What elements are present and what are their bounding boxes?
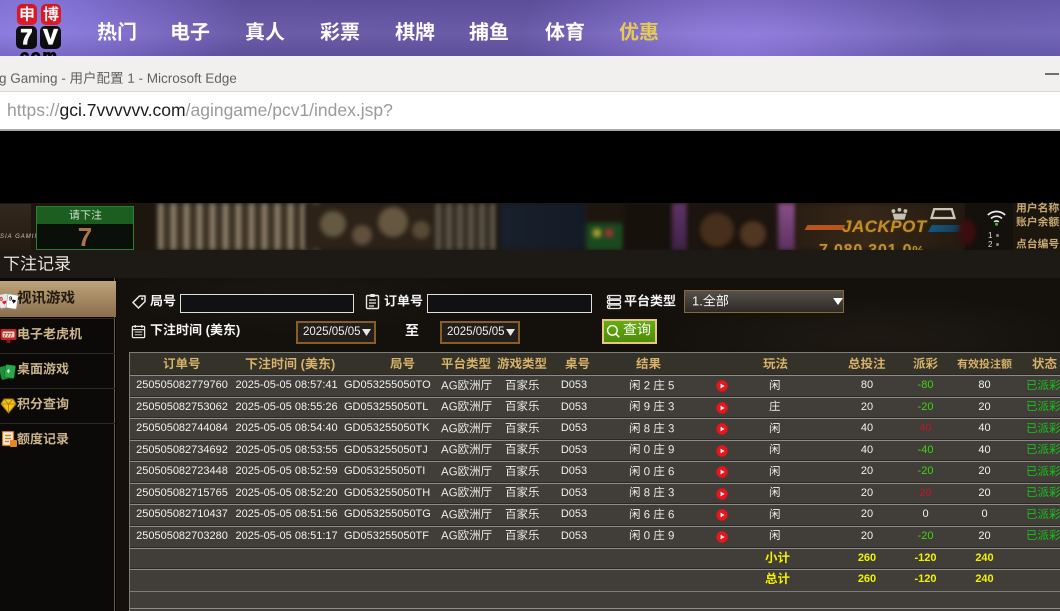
svg-text:777: 777 <box>3 333 12 339</box>
